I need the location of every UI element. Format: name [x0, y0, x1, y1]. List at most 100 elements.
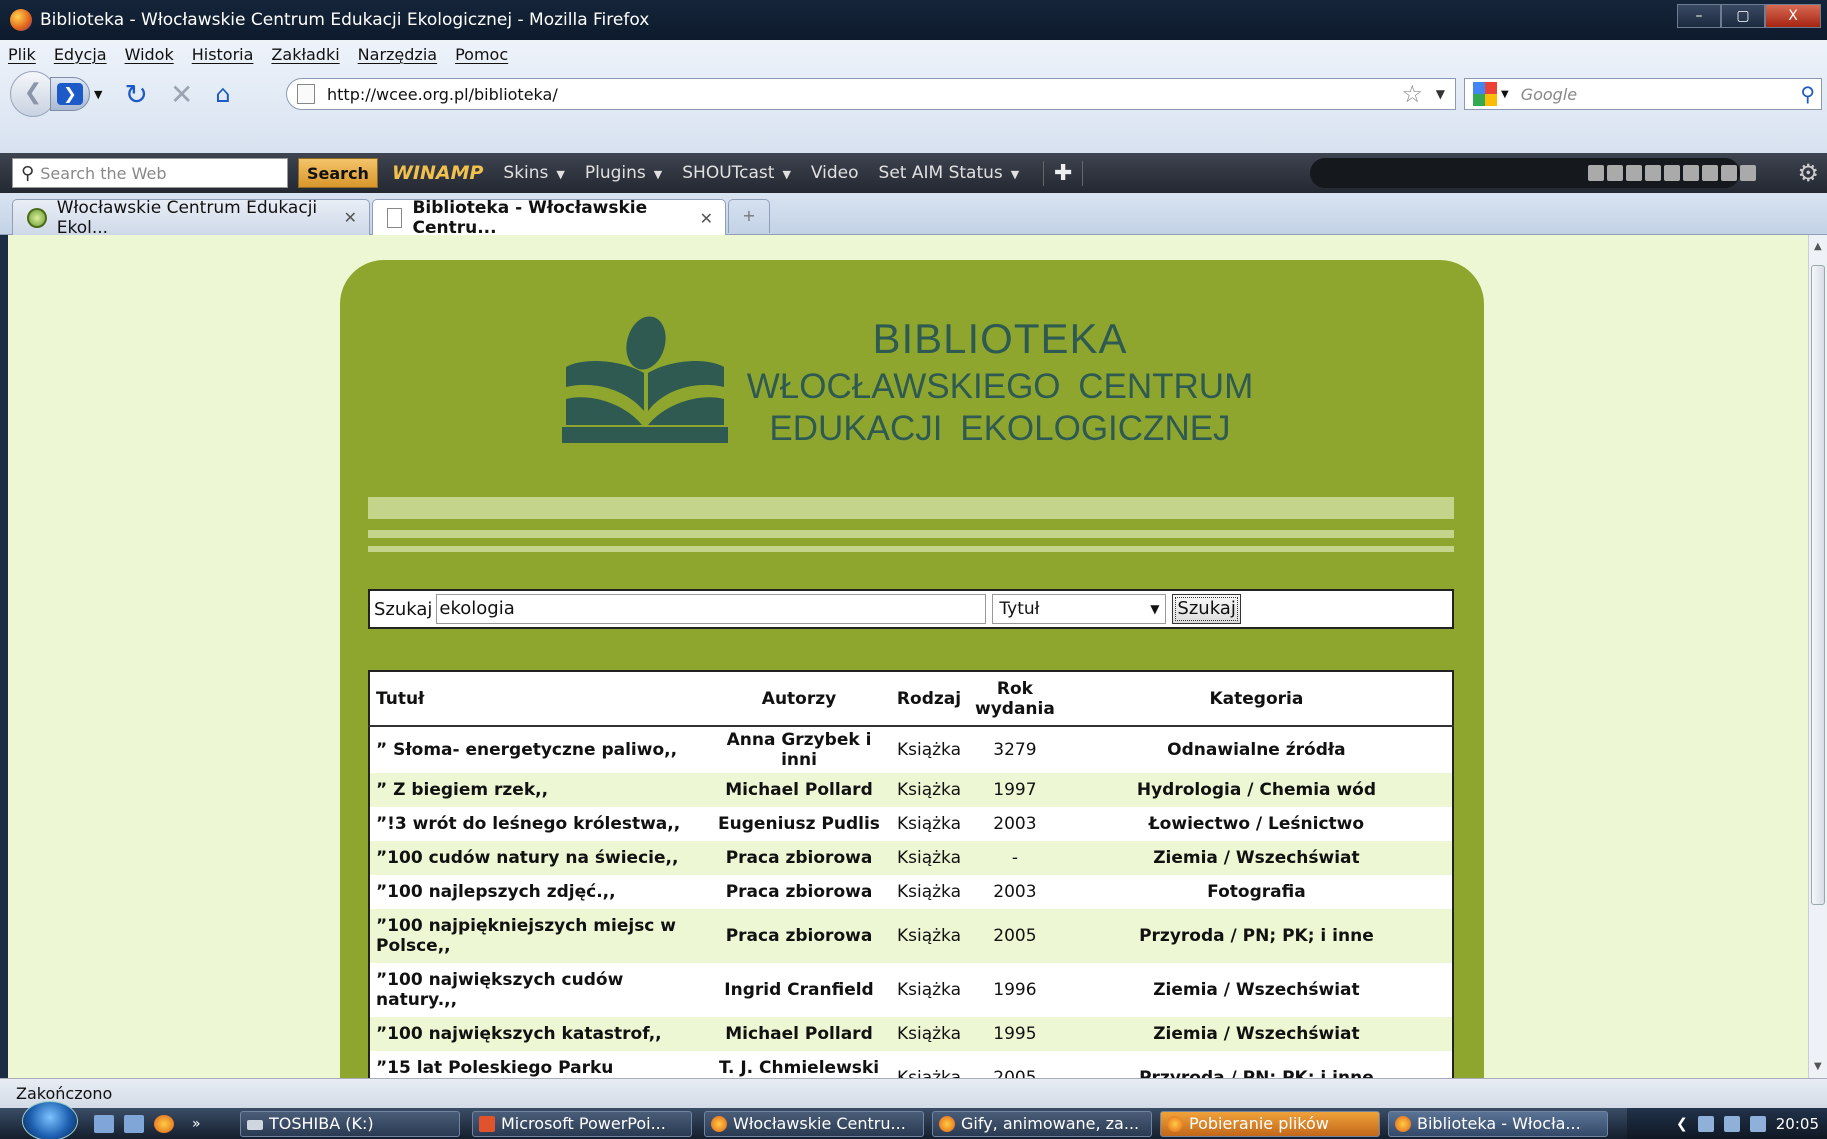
cell-title[interactable]: ”100 cudów natury na świecie,, [369, 841, 709, 875]
bookmark-star-icon[interactable]: ☆ [1401, 80, 1423, 108]
menu-edycja[interactable]: Edycja [54, 45, 107, 64]
col-authors[interactable]: Autorzy [709, 671, 889, 727]
task-biblioteka[interactable]: Biblioteka - Włocła... [1388, 1111, 1608, 1137]
menu-zakladki[interactable]: Zakładki [271, 45, 339, 64]
winamp-search-input[interactable]: ⚲ Search the Web [12, 158, 288, 188]
back-arrow-icon: ❮ [23, 80, 43, 105]
play-icon[interactable] [1664, 165, 1680, 181]
winamp-plugins-menu[interactable]: Plugins ▼ [585, 163, 662, 183]
web-search-box[interactable]: ▼ Google ⚲ [1464, 78, 1822, 110]
reload-icon[interactable]: ↻ [124, 78, 147, 111]
close-window-button[interactable]: X [1765, 4, 1821, 28]
engine-dropdown-icon[interactable]: ▼ [1501, 89, 1509, 100]
volume-icon[interactable] [1626, 165, 1642, 181]
tab-biblioteka[interactable]: Biblioteka - Włocławskie Centru... ✕ [372, 198, 726, 238]
menu-historia[interactable]: Historia [192, 45, 254, 64]
table-row[interactable]: ” Z biegiem rzek,, Michael Pollard Książ… [369, 773, 1453, 807]
col-year[interactable]: Rok wydania [969, 671, 1061, 727]
winamp-search-button[interactable]: Search [298, 158, 378, 188]
find-icon[interactable] [1607, 165, 1623, 181]
firefox-launch-icon[interactable] [154, 1114, 174, 1133]
table-row[interactable]: ”100 największych cudów natury.,, Ingrid… [369, 963, 1453, 1017]
winamp-logo[interactable]: WINAMP [392, 162, 483, 184]
home-icon[interactable]: ⌂ [215, 80, 230, 108]
eject-icon[interactable] [1740, 165, 1756, 181]
page-content: BIBLIOTEKA WŁOCŁAWSKIEGO CENTRUM EDUKACJ… [8, 235, 1808, 1078]
tray-expand-icon[interactable]: ❮ [1676, 1116, 1688, 1132]
table-row[interactable]: ”100 najpiękniejszych miejsc w Polsce,, … [369, 909, 1453, 963]
table-row[interactable]: ”15 lat Poleskiego Parku Narodowego,, T.… [369, 1051, 1453, 1079]
winamp-add-button[interactable]: ✚ [1043, 160, 1084, 186]
cell-title[interactable]: ”100 największych cudów natury.,, [369, 963, 709, 1017]
cell-title[interactable]: ”100 najpiękniejszych miejsc w Polsce,, [369, 909, 709, 963]
close-tab-icon[interactable]: ✕ [344, 208, 357, 227]
task-gify[interactable]: Gify, animowane, za... [932, 1111, 1152, 1137]
close-tab-icon[interactable]: ✕ [700, 209, 713, 228]
task-wcee-firefox[interactable]: Włocławskie Centru... [704, 1111, 924, 1137]
scroll-up-icon[interactable]: ▲ [1814, 241, 1822, 252]
cell-title[interactable]: ”100 najlepszych zdjęć.,, [369, 875, 709, 909]
info-icon[interactable] [1588, 165, 1604, 181]
col-category[interactable]: Kategoria [1060, 671, 1453, 727]
tab-wcee-home[interactable]: Włocławskie Centrum Edukacji Ekol... ✕ [12, 198, 370, 238]
security-alert-icon[interactable] [1697, 1115, 1714, 1132]
cell-title[interactable]: ” Słoma- energetyczne paliwo,, [369, 726, 709, 773]
scrollbar-thumb[interactable] [1811, 265, 1825, 905]
table-header-row: Tutuł Autorzy Rodzaj Rok wydania Kategori… [369, 671, 1453, 727]
col-title[interactable]: Tutuł [369, 671, 709, 727]
winamp-video-button[interactable]: Video [811, 163, 859, 183]
table-row[interactable]: ”100 najlepszych zdjęć.,, Praca zbiorowa… [369, 875, 1453, 909]
winamp-shoutcast-menu[interactable]: SHOUTcast ▼ [682, 163, 791, 183]
scroll-down-icon[interactable]: ▼ [1814, 1061, 1822, 1072]
previous-icon[interactable] [1645, 165, 1661, 181]
forward-arrow-icon: ❯ [57, 83, 83, 105]
web-search-placeholder[interactable]: Google [1521, 85, 1577, 104]
winamp-aim-status-menu[interactable]: Set AIM Status ▼ [879, 163, 1020, 183]
page-scrollbar[interactable]: ▲ ▼ [1808, 235, 1827, 1078]
table-row[interactable]: ” Słoma- energetyczne paliwo,, Anna Grzy… [369, 726, 1453, 773]
switch-windows-icon[interactable] [124, 1114, 144, 1133]
cell-title[interactable]: ” Z biegiem rzek,, [369, 773, 709, 807]
table-row[interactable]: ”100 cudów natury na świecie,, Praca zbi… [369, 841, 1453, 875]
table-row[interactable]: ”100 największych katastrof,, Michael Po… [369, 1017, 1453, 1051]
forward-button[interactable]: ❯ [50, 77, 90, 111]
gear-icon[interactable]: ⚙ [1797, 159, 1819, 187]
clock[interactable]: 20:05 [1776, 1115, 1819, 1133]
cell-type: Książka [896, 814, 962, 834]
google-engine-icon[interactable] [1473, 82, 1497, 106]
address-url[interactable]: http://wcee.org.pl/biblioteka/ [327, 85, 558, 104]
menu-pomoc[interactable]: Pomoc [455, 45, 508, 64]
menu-plik[interactable]: Plik [8, 45, 36, 64]
search-input[interactable]: ekologia [436, 594, 987, 624]
start-button[interactable] [22, 1100, 78, 1139]
history-dropdown-icon[interactable]: ▼ [94, 88, 102, 101]
task-toshiba-drive[interactable]: TOSHIBA (K:) [240, 1111, 460, 1137]
cell-title[interactable]: ”!3 wrót do leśnego królestwa,, [369, 807, 709, 841]
stop-media-icon[interactable] [1702, 165, 1718, 181]
menu-widok[interactable]: Widok [125, 45, 174, 64]
quick-launch-more-icon[interactable]: » [192, 1116, 201, 1132]
maximize-button[interactable]: ▢ [1721, 4, 1765, 28]
search-field-select[interactable]: Tytuł ▼ [992, 594, 1167, 624]
address-bar[interactable]: http://wcee.org.pl/biblioteka/ ☆ ▼ [286, 78, 1456, 110]
show-desktop-icon[interactable] [94, 1114, 114, 1133]
speaker-icon[interactable] [1749, 1115, 1766, 1132]
cell-title[interactable]: ”100 największych katastrof,, [369, 1017, 709, 1051]
table-row[interactable]: ”!3 wrót do leśnego królestwa,, Eugenius… [369, 807, 1453, 841]
task-downloads[interactable]: Pobieranie plików [1160, 1111, 1380, 1137]
minimize-button[interactable]: – [1677, 4, 1721, 28]
network-icon[interactable] [1723, 1115, 1740, 1132]
col-type[interactable]: Rodzaj [889, 671, 969, 727]
library-heading: BIBLIOTEKA WŁOCŁAWSKIEGO CENTRUM EDUKACJ… [690, 315, 1310, 449]
search-icon[interactable]: ⚲ [1800, 82, 1815, 106]
next-icon[interactable] [1721, 165, 1737, 181]
menu-narzedzia[interactable]: Narzędzia [358, 45, 437, 64]
search-button[interactable]: Szukaj [1172, 594, 1241, 624]
task-powerpoint[interactable]: Microsoft PowerPoi... [472, 1111, 692, 1137]
cell-title[interactable]: ”15 lat Poleskiego Parku Narodowego,, [369, 1051, 709, 1079]
pause-icon[interactable] [1683, 165, 1699, 181]
winamp-skins-menu[interactable]: Skins ▼ [503, 163, 564, 183]
new-tab-button[interactable]: + [728, 199, 770, 233]
stop-icon[interactable]: ✕ [170, 78, 193, 111]
url-dropdown-icon[interactable]: ▼ [1436, 87, 1445, 101]
